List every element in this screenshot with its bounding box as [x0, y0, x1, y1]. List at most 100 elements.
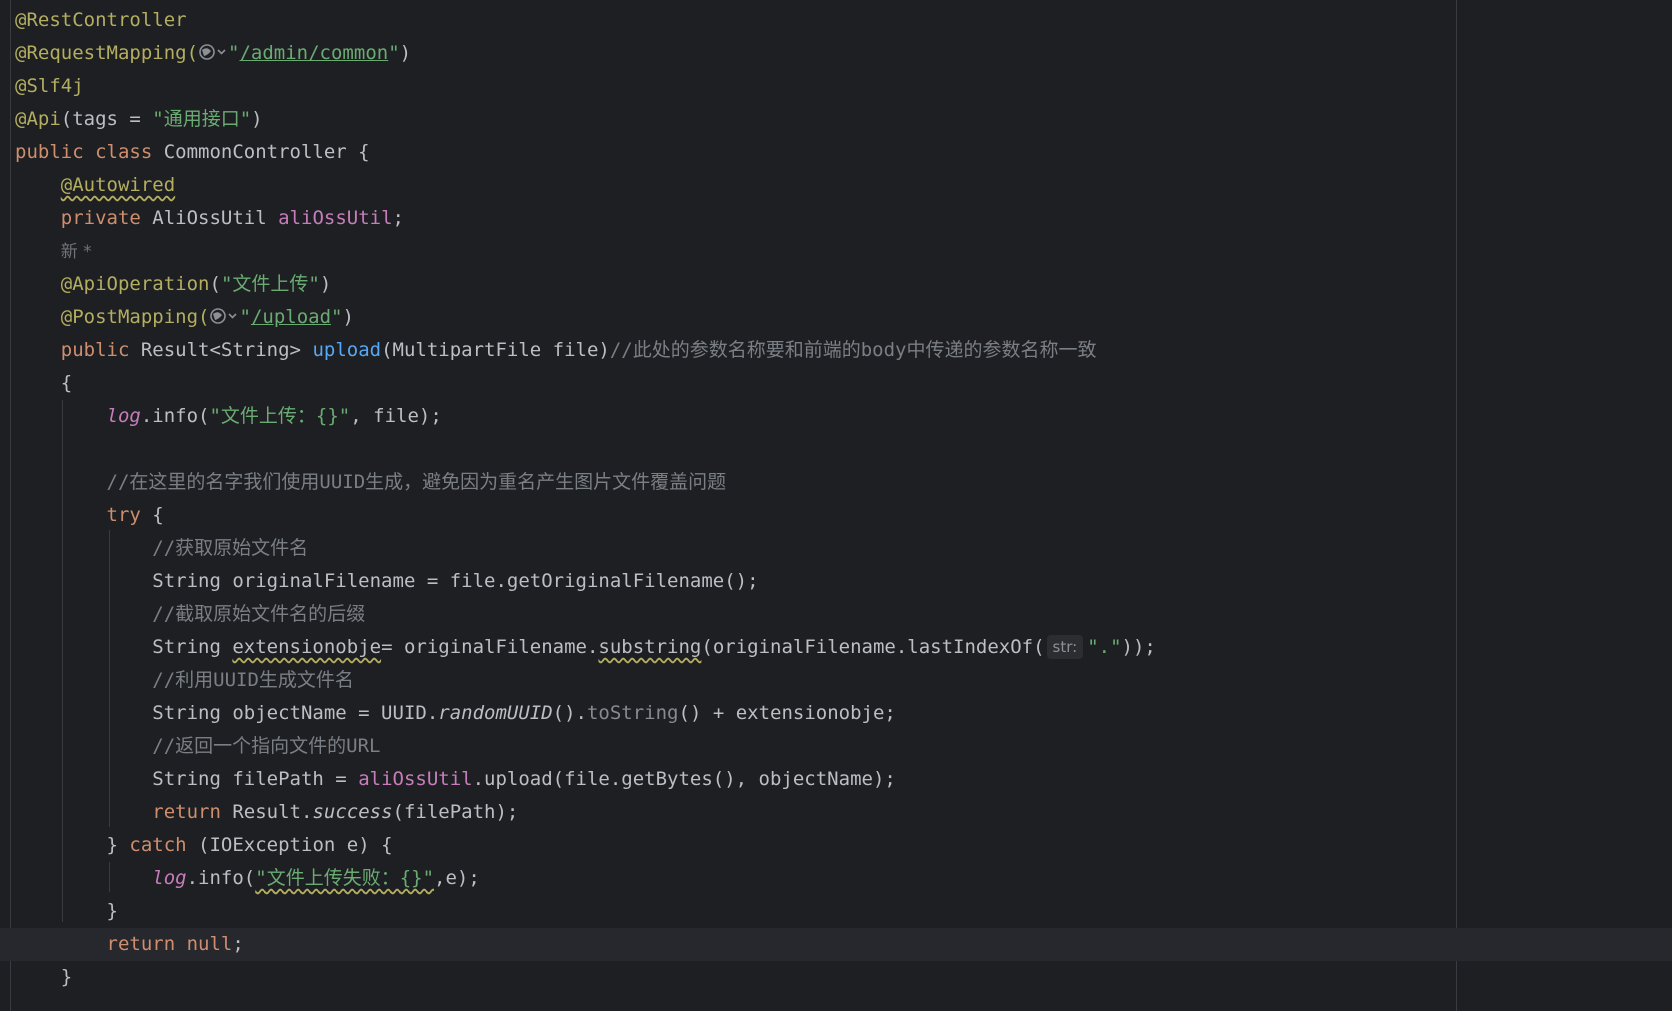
code-line: //截取原始文件名的后缀	[15, 598, 1672, 631]
string-literal-warning[interactable]: "文件上传失败：{}"	[255, 867, 434, 889]
code-line: private AliOssUtil aliOssUtil;	[15, 202, 1672, 235]
brace: }	[106, 834, 130, 856]
brace: }	[60, 966, 73, 988]
static-method: randomUUID	[438, 702, 553, 724]
parameter-list: (MultipartFile file)	[381, 339, 610, 361]
brace: {	[140, 504, 164, 526]
code-line: @ApiOperation("文件上传")	[15, 268, 1672, 301]
code-text: .info(	[140, 405, 210, 427]
code-editor[interactable]: @RestController @RequestMapping("/admin/…	[0, 4, 1672, 994]
type-name: Result<String>	[140, 339, 313, 361]
code-line: } catch (IOException e) {	[15, 829, 1672, 862]
type-name: AliOssUtil	[152, 207, 279, 229]
code-line: //返回一个指向文件的URL	[15, 730, 1672, 763]
code-line: String filePath = aliOssUtil.upload(file…	[15, 763, 1672, 796]
gutter-divider	[10, 0, 11, 1011]
punctuation: )	[251, 108, 263, 130]
annotation: @Api	[15, 108, 61, 130]
annotation: @RestController	[15, 9, 187, 31]
punctuation: ));	[1121, 636, 1156, 658]
method-name: upload	[312, 339, 382, 361]
comment: //获取原始文件名	[152, 537, 309, 559]
code-text: .info(	[186, 867, 256, 889]
code-text: ,e);	[434, 867, 480, 889]
code-line: //在这里的名字我们使用UUID生成，避免因为重名产生图片文件覆盖问题	[15, 466, 1672, 499]
globe-dropdown-icon[interactable]	[209, 304, 239, 324]
code-line: public Result<String> upload(MultipartFi…	[15, 334, 1672, 367]
brace: }	[106, 900, 118, 922]
code-line: log.info("文件上传失败：{}",e);	[15, 862, 1672, 895]
annotation-warning[interactable]: @Autowired	[61, 174, 175, 196]
field-name: aliOssUtil	[358, 768, 473, 790]
code-text: String filePath =	[152, 768, 359, 790]
code-line: }	[15, 895, 1672, 928]
author-inlay-hint[interactable]: 新 *	[61, 242, 92, 262]
keyword: public class	[15, 141, 164, 163]
code-text: , file);	[350, 405, 442, 427]
code-line: String objectName = UUID.randomUUID().to…	[15, 697, 1672, 730]
annotation: @RequestMapping(	[15, 42, 199, 64]
static-field: log	[152, 867, 187, 889]
code-text: () + extensionobje;	[678, 702, 896, 724]
code-line: @Autowired	[15, 169, 1672, 202]
string-quote: "	[239, 306, 251, 328]
keyword: catch	[129, 834, 187, 856]
string-literal: "文件上传：{}"	[209, 405, 351, 427]
punctuation: ;	[392, 207, 404, 229]
code-line: @Slf4j	[15, 70, 1672, 103]
keyword: return	[152, 801, 233, 823]
string-quote: "	[331, 306, 343, 328]
code-line: {	[15, 367, 1672, 400]
code-text: (originalFilename.lastIndexOf(	[701, 636, 1045, 658]
comment: //截取原始文件名的后缀	[152, 603, 366, 625]
code-text: String	[152, 636, 233, 658]
code-line: @PostMapping("/upload")	[15, 301, 1672, 334]
url-path-link[interactable]: /upload	[251, 306, 331, 328]
punctuation: )	[399, 42, 412, 64]
punctuation: )	[319, 273, 332, 295]
url-path-link[interactable]: /admin/common	[239, 42, 388, 64]
code-line: //获取原始文件名	[15, 532, 1672, 565]
punctuation: (	[209, 273, 221, 295]
string-literal: "."	[1087, 636, 1122, 658]
code-line: @RestController	[15, 4, 1672, 37]
annotation: @ApiOperation	[60, 273, 210, 295]
code-text: String originalFilename = file.getOrigin…	[152, 570, 759, 592]
code-line: String extensionobje= originalFilename.s…	[15, 631, 1672, 664]
keyword: private	[60, 207, 153, 229]
variable-warning[interactable]: extensionobje	[232, 636, 381, 658]
comment: //在这里的名字我们使用UUID生成，避免因为重名产生图片文件覆盖问题	[106, 471, 727, 493]
code-text: (filePath);	[392, 801, 519, 823]
code-line: try {	[15, 499, 1672, 532]
code-line: 新 *	[15, 235, 1672, 268]
code-text: ().	[552, 702, 587, 724]
code-line: log.info("文件上传：{}", file);	[15, 400, 1672, 433]
code-line: public class CommonController {	[15, 136, 1672, 169]
keyword: public	[60, 339, 141, 361]
comment: //此处的参数名称要和前端的body中传递的参数名称一致	[609, 339, 1097, 361]
parameter-hint: str:	[1046, 635, 1084, 659]
comment: //利用UUID生成文件名	[152, 669, 354, 691]
punctuation: )	[342, 306, 354, 328]
keyword: return null	[106, 933, 233, 955]
code-text: (tags =	[60, 108, 153, 130]
field-name: aliOssUtil	[278, 207, 393, 229]
method-warning[interactable]: substring	[598, 636, 701, 658]
code-line: return Result.success(filePath);	[15, 796, 1672, 829]
code-text: Result.	[232, 801, 313, 823]
comment: //返回一个指向文件的URL	[152, 735, 381, 757]
code-line: //利用UUID生成文件名	[15, 664, 1672, 697]
annotation: @Slf4j	[15, 75, 84, 97]
redundant-call: toString	[586, 702, 679, 724]
code-text: String objectName = UUID.	[152, 702, 439, 724]
string-literal: "通用接口"	[152, 108, 252, 130]
static-field: log	[106, 405, 141, 427]
class-name: CommonController {	[163, 141, 370, 163]
code-line: @Api(tags = "通用接口")	[15, 103, 1672, 136]
current-line[interactable]: return null;	[0, 928, 1672, 961]
globe-dropdown-icon[interactable]	[198, 40, 228, 60]
code-line: @RequestMapping("/admin/common")	[15, 37, 1672, 70]
keyword: try	[106, 504, 141, 526]
code-text: = originalFilename.	[381, 636, 599, 658]
